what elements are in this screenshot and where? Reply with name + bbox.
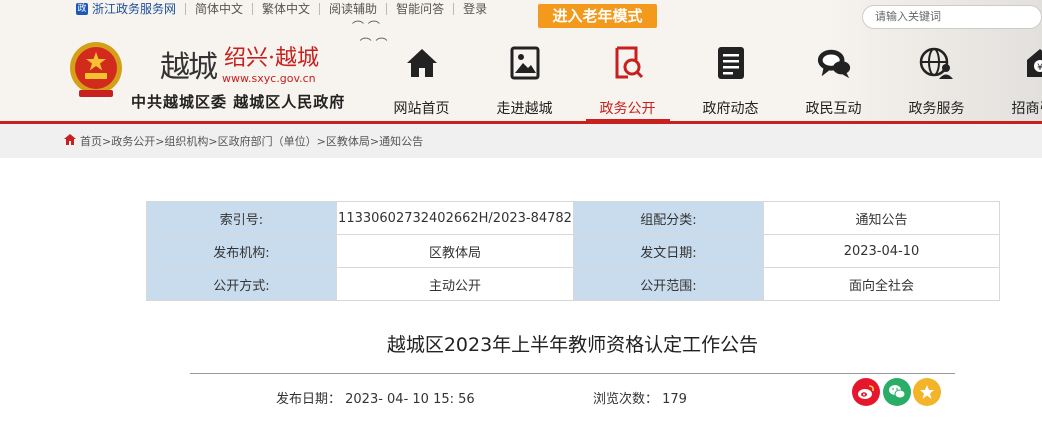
home-icon [64,134,76,148]
news-icon [713,44,749,82]
calligraphy-logo: 越城 [160,50,218,85]
publisher-value: 区教体局 [336,234,574,268]
breadcrumb-bar: 首页>政务公开>组织机构>区政府部门（单位）>区教体局>通知公告 [0,124,1042,158]
picture-icon [507,44,543,82]
zjzwfw-label: 浙江政务服务网 [92,2,177,16]
weibo-icon [858,385,874,399]
traditional-chinese-link[interactable]: 繁体中文 [253,3,321,15]
chat-icon [816,44,852,82]
national-emblem-logo [70,42,122,97]
site-name: 绍兴·越城 [224,46,319,71]
site-url: www.sxyc.gov.cn [222,72,316,85]
index-number-label: 索引号: [146,201,337,235]
issue-date-label: 发文日期: [573,234,764,268]
publisher-label: 发布机构: [146,234,337,268]
nav-label: 政务公开 [599,101,656,117]
breadcrumb-path[interactable]: 首页>政务公开>组织机构>区政府部门（单位）>区教体局>通知公告 [80,133,423,149]
table-row: 公开方式: 主动公开 公开范围: 面向全社会 [146,267,1000,301]
reading-assist-link[interactable]: 阅读辅助 [320,3,388,15]
zjzwfw-link[interactable]: 政浙江政务服务网 [72,2,187,16]
nav-label: 网站首页 [393,101,450,117]
disclosure-scope-label: 公开范围: [573,267,764,301]
nav-gov-news[interactable]: 政府动态 [679,44,782,122]
share-weibo-button[interactable] [852,378,880,406]
home-icon [404,44,440,82]
investment-icon: ¥ [1022,44,1042,82]
smart-qa-link[interactable]: 智能问答 [387,3,455,15]
disclosure-method-value: 主动公开 [336,267,574,301]
government-name: 中共越城区委 越城区人民政府 [131,93,346,111]
elder-mode-button[interactable]: 进入老年模式 [538,4,657,28]
disclosure-method-label: 公开方式: [146,267,337,301]
nav-label: 政府动态 [702,101,759,117]
favorite-icon [920,385,934,399]
disclosure-scope-value: 面向全社会 [763,267,1000,301]
table-row: 索引号: 11330602732402662H/2023-84782 组配分类:… [146,201,1000,235]
article-title: 越城区2023年上半年教师资格认定工作公告 [386,334,759,356]
title-divider [190,373,955,374]
nav-gov-services[interactable]: 政务服务 [885,44,988,122]
nav-interaction[interactable]: 政民互动 [782,44,885,122]
simplified-chinese-link[interactable]: 简体中文 [186,3,254,15]
share-wechat-button[interactable] [883,378,911,406]
nav-label: 走进越城 [496,101,553,117]
document-search-icon [610,44,646,82]
nav-investment[interactable]: ¥ 招商引资 [988,44,1042,122]
nav-home[interactable]: 网站首页 [370,44,473,122]
favorite-button[interactable] [913,378,941,406]
search-input[interactable]: 请输入关键词 [862,5,1042,29]
nav-label: 政务服务 [908,101,965,117]
document-metadata-table: 索引号: 11330602732402662H/2023-84782 组配分类:… [146,201,1000,301]
globe-user-icon [919,44,955,82]
nav-label: 招商引资 [1011,101,1042,117]
nav-about-yuecheng[interactable]: 走进越城 [473,44,576,122]
issue-date-value: 2023-04-10 [763,234,1000,268]
zjzwfw-icon: 政 [76,3,88,15]
publish-date: 发布日期： 2023- 04- 10 15: 56 [276,392,475,407]
breadcrumb: 首页>政务公开>组织机构>区政府部门（单位）>区教体局>通知公告 [64,124,423,158]
wechat-icon [889,385,906,399]
category-label: 组配分类: [573,201,764,235]
table-row: 发布机构: 区教体局 发文日期: 2023-04-10 [146,234,1000,268]
top-utility-bar: 政浙江政务服务网 简体中文 繁体中文 阅读辅助 智能问答 登录 [72,0,496,18]
view-count: 浏览次数： 179 [593,392,687,407]
main-nav: 网站首页 走进越城 政务公开 政府动态 政民互动 政务服务 ¥ 招商引资 [370,44,1042,122]
nav-gov-affairs-open[interactable]: 政务公开 [576,44,679,122]
svg-text:¥: ¥ [1037,63,1042,73]
nav-label: 政民互动 [805,101,862,117]
index-number-value: 11330602732402662H/2023-84782 [336,201,574,235]
login-link[interactable]: 登录 [454,3,496,15]
category-value: 通知公告 [763,201,1000,235]
